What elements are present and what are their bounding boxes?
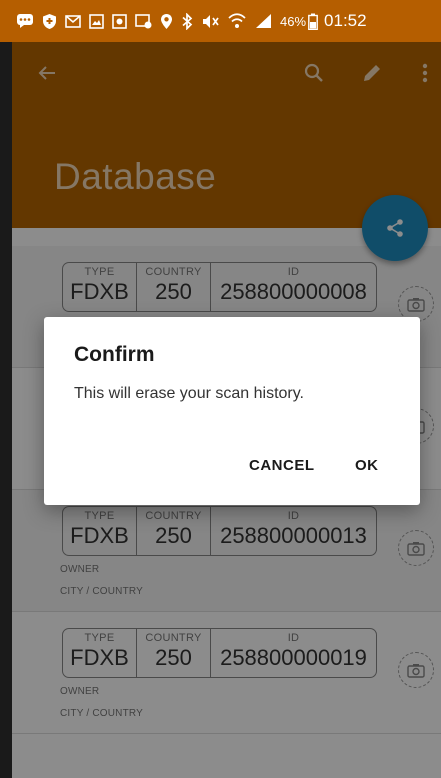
gallery-icon bbox=[135, 13, 152, 29]
signal-icon bbox=[254, 13, 272, 29]
status-bar: 46% 01:52 bbox=[0, 0, 441, 42]
ok-button[interactable]: OK bbox=[355, 457, 379, 474]
screenshot-icon bbox=[112, 13, 127, 29]
chat-icon bbox=[16, 13, 34, 29]
mail-icon bbox=[65, 14, 81, 28]
image-icon bbox=[89, 13, 104, 29]
cancel-button[interactable]: CANCEL bbox=[249, 457, 315, 474]
wifi-icon bbox=[228, 13, 246, 29]
location-icon bbox=[160, 13, 173, 30]
mute-icon bbox=[201, 14, 220, 29]
dialog-title: Confirm bbox=[74, 343, 155, 366]
bluetooth-icon bbox=[181, 12, 193, 30]
screen-edge bbox=[0, 0, 12, 778]
app-screen: 46% 01:52 Database TYPE FDXB COUNTRY 250… bbox=[0, 0, 441, 778]
dialog-message: This will erase your scan history. bbox=[74, 385, 304, 402]
battery-percent: 46% bbox=[280, 13, 307, 29]
battery-icon bbox=[308, 13, 318, 30]
status-clock: 01:52 bbox=[324, 11, 367, 30]
confirm-dialog: Confirm This will erase your scan histor… bbox=[44, 317, 420, 505]
shield-icon bbox=[42, 13, 57, 30]
